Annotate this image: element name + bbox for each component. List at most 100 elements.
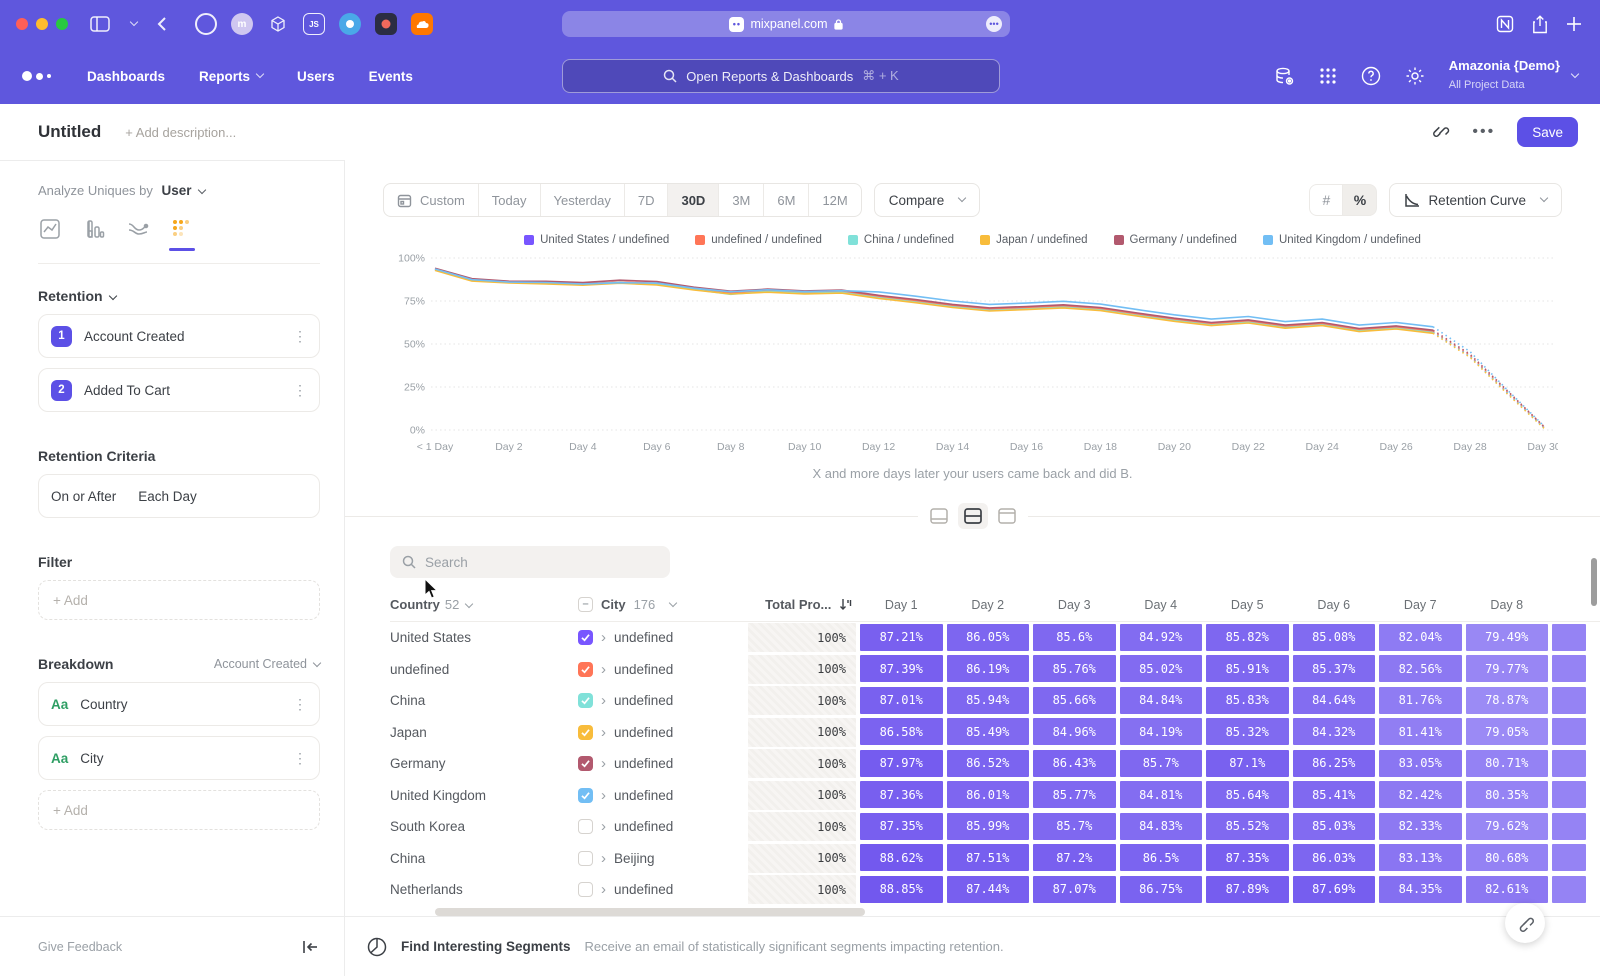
retention-criteria-card[interactable]: On or After Each Day: [38, 474, 320, 518]
retention-value-cell[interactable]: 87.07%: [1033, 876, 1116, 903]
range-6m[interactable]: 6M: [764, 184, 809, 216]
chevron-down-icon[interactable]: [130, 18, 138, 26]
nav-events[interactable]: Events: [369, 69, 413, 84]
row-checkbox[interactable]: [578, 819, 593, 834]
retention-value-cell[interactable]: 86.19%: [947, 655, 1030, 682]
day-column-header[interactable]: Day 3: [1031, 598, 1118, 612]
day-column-header[interactable]: Day 5: [1204, 598, 1291, 612]
expand-row-icon[interactable]: ›: [601, 756, 606, 771]
legend-item[interactable]: China / undefined: [848, 234, 954, 246]
city-cell[interactable]: undefined: [614, 882, 673, 897]
analyze-entity-dropdown[interactable]: User: [162, 183, 205, 198]
row-checkbox[interactable]: [578, 882, 593, 897]
retention-value-cell[interactable]: 85.49%: [947, 718, 1030, 745]
legend-item[interactable]: United States / undefined: [524, 234, 669, 246]
add-filter-button[interactable]: + Add: [38, 580, 320, 620]
country-cell[interactable]: Netherlands: [390, 882, 578, 897]
retention-value-cell[interactable]: 86.03%: [1293, 844, 1376, 871]
apps-grid-icon[interactable]: [1319, 67, 1337, 85]
retention-value-cell[interactable]: 85.7%: [1033, 813, 1116, 840]
select-all-checkbox[interactable]: –: [578, 597, 593, 612]
day-column-header[interactable]: Day 8: [1464, 598, 1551, 612]
city-cell[interactable]: undefined: [614, 819, 673, 834]
row-checkbox[interactable]: [578, 693, 593, 708]
retention-value-cell[interactable]: 86.25%: [1293, 750, 1376, 777]
report-title[interactable]: Untitled: [38, 122, 101, 142]
retention-value-cell[interactable]: 86.58%: [860, 718, 943, 745]
tab-retention[interactable]: [170, 218, 194, 251]
horizontal-scrollbar[interactable]: [390, 908, 1600, 916]
retention-value-cell[interactable]: 86.75%: [1120, 876, 1203, 903]
retention-value-cell[interactable]: 87.21%: [860, 624, 943, 651]
count-toggle[interactable]: #: [1309, 184, 1343, 216]
legend-item[interactable]: undefined / undefined: [695, 234, 822, 246]
notion-extension-icon[interactable]: [1496, 15, 1514, 33]
country-cell[interactable]: Germany: [390, 756, 578, 771]
expand-row-icon[interactable]: ›: [601, 851, 606, 866]
retention-value-cell[interactable]: 85.02%: [1120, 655, 1203, 682]
retention-value-cell[interactable]: 87.35%: [1206, 844, 1289, 871]
retention-value-cell[interactable]: 87.36%: [860, 781, 943, 808]
copy-link-icon[interactable]: [1432, 123, 1450, 141]
retention-value-cell[interactable]: 84.32%: [1293, 718, 1376, 745]
chart-type-dropdown[interactable]: Retention Curve: [1389, 183, 1562, 217]
city-cell[interactable]: undefined: [614, 630, 673, 645]
retention-value-cell[interactable]: 88.62%: [860, 844, 943, 871]
retention-value-cell[interactable]: 79.05%: [1466, 718, 1549, 745]
retention-value-cell[interactable]: 85.83%: [1206, 687, 1289, 714]
retention-value-cell[interactable]: 85.64%: [1206, 781, 1289, 808]
retention-value-cell[interactable]: 79.62%: [1466, 813, 1549, 840]
breakdown-menu-icon[interactable]: ⋮: [293, 750, 307, 767]
retention-value-cell[interactable]: 87.69%: [1293, 876, 1376, 903]
row-checkbox[interactable]: [578, 851, 593, 866]
retention-value-cell[interactable]: 88.85%: [860, 876, 943, 903]
country-column-header[interactable]: Country52: [390, 597, 578, 612]
retention-value-cell[interactable]: 85.76%: [1033, 655, 1116, 682]
retention-value-cell[interactable]: 84.19%: [1120, 718, 1203, 745]
row-checkbox[interactable]: [578, 662, 593, 677]
country-cell[interactable]: undefined: [390, 662, 578, 677]
retention-value-cell[interactable]: 80.68%: [1466, 844, 1549, 871]
retention-value-cell[interactable]: 82.04%: [1379, 624, 1462, 651]
retention-section-title[interactable]: Retention: [38, 288, 320, 304]
data-management-icon[interactable]: [1274, 66, 1295, 87]
mixpanel-logo[interactable]: [22, 71, 51, 81]
retention-value-cell[interactable]: 86.05%: [947, 624, 1030, 651]
vertical-scrollbar[interactable]: [1591, 558, 1597, 606]
legend-item[interactable]: Japan / undefined: [980, 234, 1087, 246]
collapse-sidebar-icon[interactable]: [302, 940, 318, 954]
retention-value-cell[interactable]: 85.77%: [1033, 781, 1116, 808]
address-bar[interactable]: •• mixpanel.com •••: [562, 11, 1010, 37]
table-search-input[interactable]: Search: [390, 546, 670, 578]
retention-value-cell[interactable]: 87.44%: [947, 876, 1030, 903]
step-menu-icon[interactable]: ⋮: [293, 382, 307, 399]
retention-value-cell[interactable]: 78.87%: [1466, 687, 1549, 714]
nav-dashboards[interactable]: Dashboards: [87, 69, 165, 84]
breakdown-city[interactable]: Aa City ⋮: [38, 736, 320, 780]
row-checkbox[interactable]: [578, 788, 593, 803]
close-window-button[interactable]: [16, 18, 28, 30]
retention-value-cell[interactable]: 87.2%: [1033, 844, 1116, 871]
retention-value-cell[interactable]: 85.82%: [1206, 624, 1289, 651]
day-column-header[interactable]: Day 2: [945, 598, 1032, 612]
retention-value-cell[interactable]: 87.51%: [947, 844, 1030, 871]
retention-value-cell[interactable]: 85.41%: [1293, 781, 1376, 808]
extension-icon[interactable]: [195, 13, 217, 35]
retention-value-cell[interactable]: 82.42%: [1379, 781, 1462, 808]
retention-value-cell[interactable]: 84.35%: [1379, 876, 1462, 903]
expand-row-icon[interactable]: ›: [601, 693, 606, 708]
breakdown-scope-dropdown[interactable]: Account Created: [214, 657, 320, 671]
expand-row-icon[interactable]: ›: [601, 819, 606, 834]
retention-value-cell[interactable]: 86.5%: [1120, 844, 1203, 871]
retention-value-cell[interactable]: 84.83%: [1120, 813, 1203, 840]
retention-value-cell[interactable]: 84.92%: [1120, 624, 1203, 651]
retention-value-cell[interactable]: 85.66%: [1033, 687, 1116, 714]
sidebar-toggle-icon[interactable]: [90, 16, 110, 32]
project-switcher[interactable]: Amazonia {Demo} All Project Data: [1449, 58, 1578, 94]
view-table-only-button[interactable]: [992, 503, 1022, 529]
range-7d[interactable]: 7D: [625, 184, 669, 216]
city-cell[interactable]: undefined: [614, 788, 673, 803]
retention-value-cell[interactable]: 85.7%: [1120, 750, 1203, 777]
step-menu-icon[interactable]: ⋮: [293, 328, 307, 345]
retention-value-cell[interactable]: 87.97%: [860, 750, 943, 777]
